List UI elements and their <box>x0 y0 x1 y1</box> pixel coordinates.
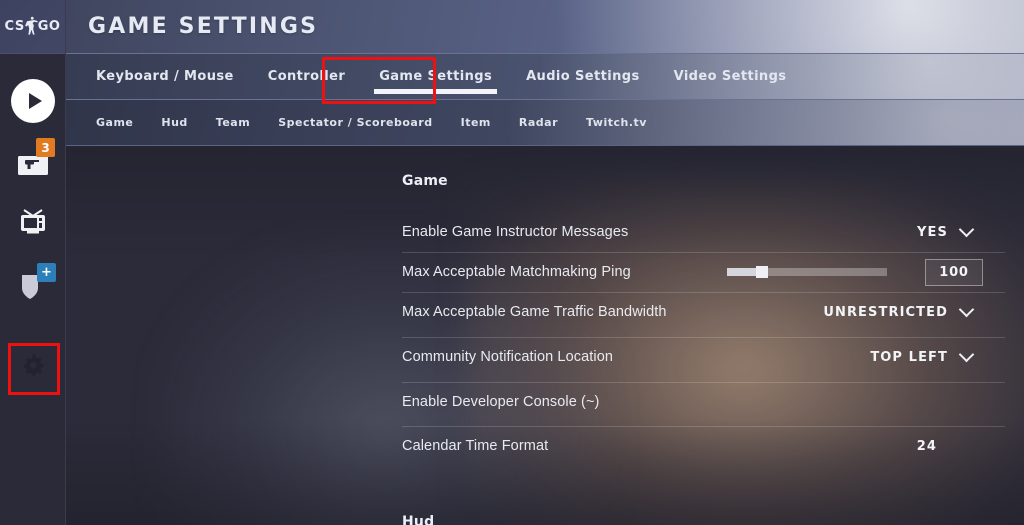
tab-label: Audio Settings <box>526 69 640 84</box>
page-header: GAME SETTINGS <box>66 0 1024 54</box>
tab-controller[interactable]: Controller <box>251 54 362 100</box>
subtab-item[interactable]: Item <box>447 100 505 146</box>
settings-panel: Game Enable Game Instructor Messages YES… <box>402 146 1024 525</box>
setting-label: Enable Developer Console (~) <box>402 394 600 410</box>
setting-row-enable-developer-console[interactable]: Enable Developer Console (~) <box>402 382 1005 422</box>
setting-row-calendar-time-format[interactable]: Calendar Time Format 24 <box>402 426 1005 466</box>
setting-label: Community Notification Location <box>402 349 614 365</box>
matchmaking-ping-slider[interactable] <box>727 266 887 278</box>
setting-value-text: UNRESTRICTED <box>823 304 948 320</box>
slider-handle[interactable] <box>756 266 769 278</box>
subtab-hud[interactable]: Hud <box>147 100 201 146</box>
csgo-logo: CS GO <box>0 0 65 54</box>
subtab-game[interactable]: Game <box>82 100 147 146</box>
logo-text-cs: CS <box>4 19 25 34</box>
setting-label: Max Acceptable Matchmaking Ping <box>402 264 631 280</box>
tab-video-settings[interactable]: Video Settings <box>657 54 804 100</box>
tab-audio-settings[interactable]: Audio Settings <box>509 54 657 100</box>
sidebar-item-watch[interactable] <box>0 191 66 255</box>
settings-button-highlight <box>8 343 60 395</box>
setting-value-dropdown[interactable]: UNRESTRICTED <box>823 301 975 320</box>
settings-content: Game Enable Game Instructor Messages YES… <box>66 146 1024 525</box>
matchmaking-ping-value-input[interactable]: 100 <box>925 258 983 286</box>
sidebar-item-inventory[interactable]: 3 <box>0 135 66 191</box>
setting-value-dropdown[interactable]: YES <box>917 221 975 240</box>
setting-row-max-acceptable-game-traffic-bandwidth[interactable]: Max Acceptable Game Traffic Bandwidth UN… <box>402 292 1005 332</box>
tab-keyboard-mouse[interactable]: Keyboard / Mouse <box>79 54 251 100</box>
subtab-team[interactable]: Team <box>202 100 264 146</box>
tab-label: Video Settings <box>673 69 787 84</box>
logo-text-go: GO <box>37 19 61 34</box>
setting-row-community-notification-location[interactable]: Community Notification Location TOP LEFT <box>402 337 1005 377</box>
primary-tabbar: Keyboard / Mouse Controller Game Setting… <box>66 54 1024 100</box>
inventory-badge: 3 <box>36 138 55 157</box>
left-sidebar: CS GO 3 + <box>0 0 66 525</box>
play-icon <box>11 79 55 123</box>
section-title-hud: Hud <box>402 514 435 525</box>
tab-label: Controller <box>267 69 346 84</box>
tab-label: Game Settings <box>379 69 493 84</box>
setting-value-text: 24 <box>916 438 937 454</box>
csgo-soldier-icon <box>24 16 38 35</box>
tv-icon <box>21 209 45 234</box>
subtab-twitch-tv[interactable]: Twitch.tv <box>572 100 661 146</box>
csgo-settings-screen: CS GO 3 + GAME SETTINGS Keyboard / Mouse… <box>0 0 1024 525</box>
sidebar-item-profile[interactable]: + <box>0 255 66 319</box>
setting-value-dropdown[interactable]: TOP LEFT <box>870 346 975 365</box>
sidebar-item-play[interactable] <box>0 67 66 135</box>
chevron-down-icon <box>958 346 975 362</box>
section-title-game: Game <box>402 173 448 189</box>
chevron-down-icon <box>958 301 975 317</box>
subtab-spectator-scoreboard[interactable]: Spectator / Scoreboard <box>264 100 446 146</box>
subtab-radar[interactable]: Radar <box>505 100 572 146</box>
setting-row-enable-game-instructor-messages[interactable]: Enable Game Instructor Messages YES <box>402 212 1005 252</box>
setting-row-max-acceptable-matchmaking-ping[interactable]: Max Acceptable Matchmaking Ping 100 <box>402 252 1005 292</box>
setting-label: Calendar Time Format <box>402 438 549 454</box>
setting-label: Max Acceptable Game Traffic Bandwidth <box>402 304 667 320</box>
profile-badge: + <box>37 263 56 282</box>
tab-game-settings[interactable]: Game Settings <box>362 54 509 100</box>
setting-label: Enable Game Instructor Messages <box>402 224 629 240</box>
active-tab-underline <box>374 88 498 94</box>
tab-label: Keyboard / Mouse <box>96 69 234 84</box>
setting-value-text: TOP LEFT <box>870 349 948 365</box>
slider-track[interactable] <box>727 266 887 278</box>
chevron-down-icon <box>958 221 975 237</box>
setting-value-text: YES <box>917 224 948 240</box>
secondary-tabbar: Game Hud Team Spectator / Scoreboard Ite… <box>66 100 1024 146</box>
page-title: GAME SETTINGS <box>88 14 319 39</box>
